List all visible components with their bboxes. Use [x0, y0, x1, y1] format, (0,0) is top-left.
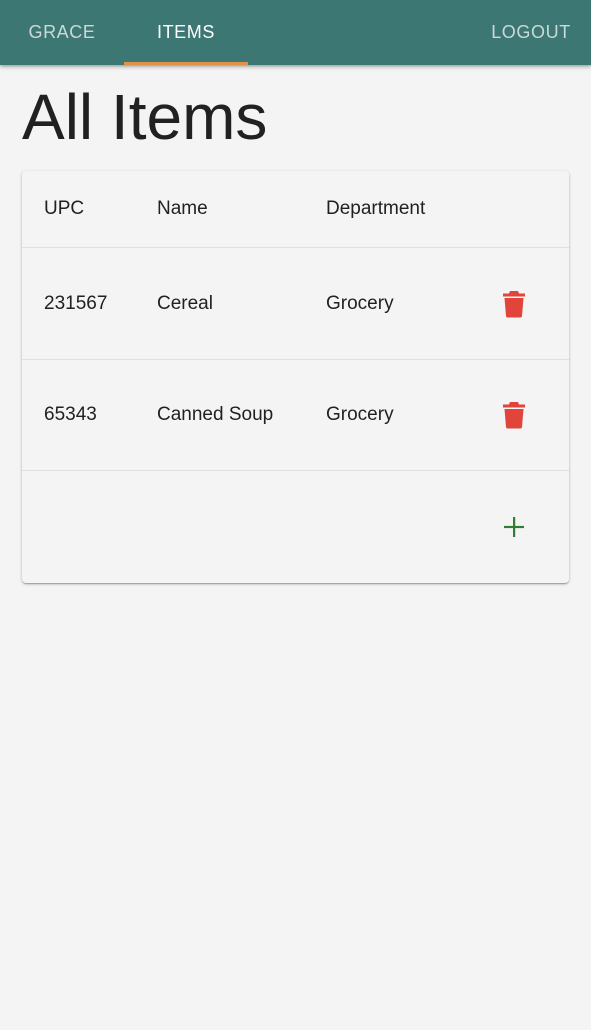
add-item-button[interactable] — [494, 507, 534, 547]
page-title: All Items — [22, 81, 268, 153]
cell-upc: 231567 — [44, 292, 108, 314]
trash-icon — [503, 402, 525, 429]
trash-icon — [503, 290, 525, 317]
cell-department: Grocery — [326, 292, 394, 314]
tab-items-label: ITEMS — [156, 22, 215, 42]
column-header-department: Department — [326, 198, 426, 219]
tab-items[interactable]: ITEMS — [124, 0, 248, 65]
plus-icon — [504, 517, 524, 537]
items-table: UPC Name Department 231567 Cereal Grocer… — [22, 171, 569, 583]
tab-grace-label: GRACE — [28, 22, 96, 42]
tab-grace[interactable]: GRACE — [0, 0, 124, 65]
table-row: 65343 Canned Soup Grocery — [22, 360, 569, 471]
add-item-row — [22, 471, 569, 583]
delete-item-button[interactable] — [494, 284, 534, 324]
delete-item-cell — [492, 248, 536, 359]
active-tab-indicator — [124, 62, 248, 65]
cell-name: Canned Soup — [157, 404, 274, 425]
column-header-upc: UPC — [44, 198, 85, 219]
cell-department: Grocery — [326, 404, 394, 425]
delete-item-button[interactable] — [494, 395, 534, 435]
cell-name: Cereal — [157, 292, 213, 314]
add-item-cell — [492, 471, 536, 583]
table-header-row: UPC Name Department — [22, 171, 569, 248]
table-row: 231567 Cereal Grocery — [22, 248, 569, 360]
cell-upc: 65343 — [44, 404, 97, 425]
logout-button[interactable]: LOGOUT — [471, 0, 591, 65]
logout-label: LOGOUT — [491, 22, 571, 42]
app-bar: GRACE ITEMS LOGOUT — [0, 0, 591, 65]
delete-item-cell — [492, 360, 536, 470]
column-header-name: Name — [157, 198, 208, 219]
